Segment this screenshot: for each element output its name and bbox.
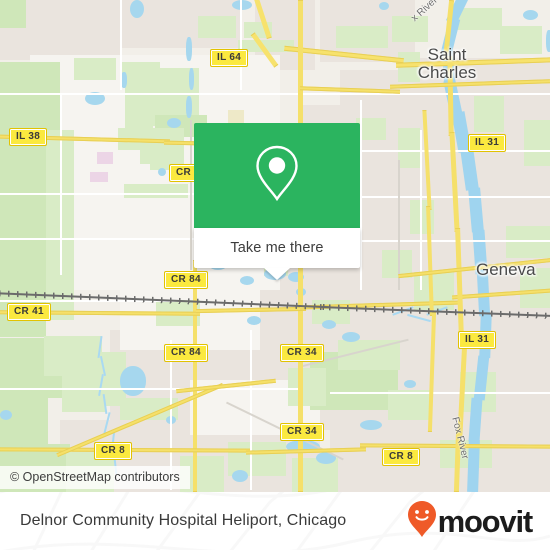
road-shield-cr34-south[interactable]: CR 34	[280, 423, 324, 441]
road-shield-cr-partial[interactable]: CR	[168, 164, 199, 182]
moovit-brand[interactable]: moovit	[407, 500, 534, 543]
road-shield-il31-south[interactable]: IL 31	[457, 331, 497, 349]
place-title: Delnor Community Hospital Heliport, Chic…	[20, 512, 347, 529]
callout-pointer	[264, 268, 290, 280]
road-shield-cr8-west[interactable]: CR 8	[94, 442, 132, 460]
road-shield-cr41[interactable]: CR 41	[7, 303, 51, 321]
map-canvas[interactable]: Saint Charles Geneva x River Fox River I…	[0, 0, 550, 492]
callout-icon-area	[194, 123, 360, 228]
road-shield-il38[interactable]: IL 38	[8, 128, 48, 146]
map-screenshot-page: Saint Charles Geneva x River Fox River I…	[0, 0, 550, 550]
road-shield-cr84-south[interactable]: CR 84	[164, 344, 208, 362]
road-shield-cr34-north[interactable]: CR 34	[280, 344, 324, 362]
road-shield-cr8-east[interactable]: CR 8	[382, 448, 420, 466]
page-footer: Delnor Community Hospital Heliport, Chic…	[0, 492, 550, 550]
city-label-line1: Saint	[427, 45, 467, 64]
footer-content: Delnor Community Hospital Heliport, Chic…	[0, 492, 550, 550]
moovit-wordmark: moovit	[437, 503, 534, 539]
take-me-there-label: Take me there	[230, 240, 324, 256]
water-label-fox-river-south: Fox River	[449, 416, 471, 461]
road-shield-il31-north[interactable]: IL 31	[467, 134, 507, 152]
map-attribution[interactable]: © OpenStreetMap contributors	[0, 466, 190, 489]
city-label-saint-charles: Saint Charles	[418, 46, 477, 82]
road-shield-cr84-north[interactable]: CR 84	[164, 271, 208, 289]
moovit-smiley-pin-icon	[407, 500, 437, 543]
take-me-there-button[interactable]: Take me there	[194, 228, 360, 268]
city-label-geneva: Geneva	[476, 260, 536, 279]
road-shield-il64[interactable]: IL 64	[209, 49, 249, 67]
water-label-fox-river-north: x River	[409, 0, 440, 25]
city-label-line2: Charles	[417, 63, 477, 82]
place-callout-card[interactable]: Take me there	[194, 123, 360, 280]
map-pin-icon	[251, 142, 303, 209]
